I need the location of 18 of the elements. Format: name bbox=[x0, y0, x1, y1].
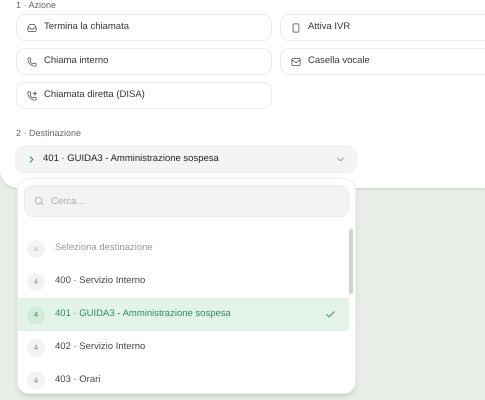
phone-icon bbox=[27, 56, 37, 66]
phone-forward-icon bbox=[27, 90, 37, 100]
section-label: 1 · Azione bbox=[16, 0, 58, 12]
action-option[interactable]: Chiamata diretta (DISA) bbox=[16, 82, 272, 109]
action-option[interactable]: Attiva IVR bbox=[280, 14, 485, 41]
action-option[interactable]: Chiama interno bbox=[16, 48, 272, 75]
clear-icon bbox=[27, 240, 45, 258]
action-option[interactable]: Casella vocale bbox=[280, 48, 485, 75]
scrollbar bbox=[349, 229, 353, 294]
device-icon bbox=[291, 22, 301, 32]
action-option[interactable]: Termina la chiamata bbox=[16, 14, 272, 41]
destination-select[interactable]: 401 · GUIDA3 - Amministrazione sospesa bbox=[15, 146, 357, 172]
inbox-icon bbox=[27, 22, 37, 32]
section-label: 2 · Destinazione bbox=[16, 127, 82, 140]
envelope-icon bbox=[291, 56, 301, 66]
search-icon bbox=[34, 196, 44, 206]
search-field[interactable]: Cerca... bbox=[24, 185, 349, 217]
check-icon bbox=[325, 309, 336, 320]
